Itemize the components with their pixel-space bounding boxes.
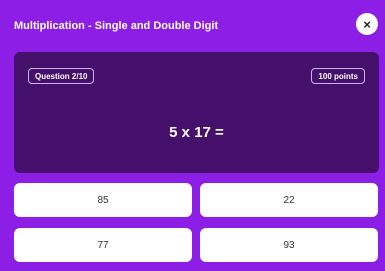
quiz-modal: Multiplication - Single and Double Digit… [0,0,385,271]
answer-option[interactable]: 77 [14,228,192,262]
points-badge: 100 points [311,68,365,84]
close-icon: × [363,16,371,32]
question-panel: Question 2/10 100 points 5 x 17 = [14,52,379,173]
close-button[interactable]: × [356,13,378,35]
answer-option[interactable]: 85 [14,183,192,217]
question-progress-badge: Question 2/10 [28,68,95,84]
quiz-title: Multiplication - Single and Double Digit [14,20,219,32]
answer-option[interactable]: 22 [200,183,378,217]
question-text: 5 x 17 = [169,124,224,141]
answer-option[interactable]: 93 [200,228,378,262]
